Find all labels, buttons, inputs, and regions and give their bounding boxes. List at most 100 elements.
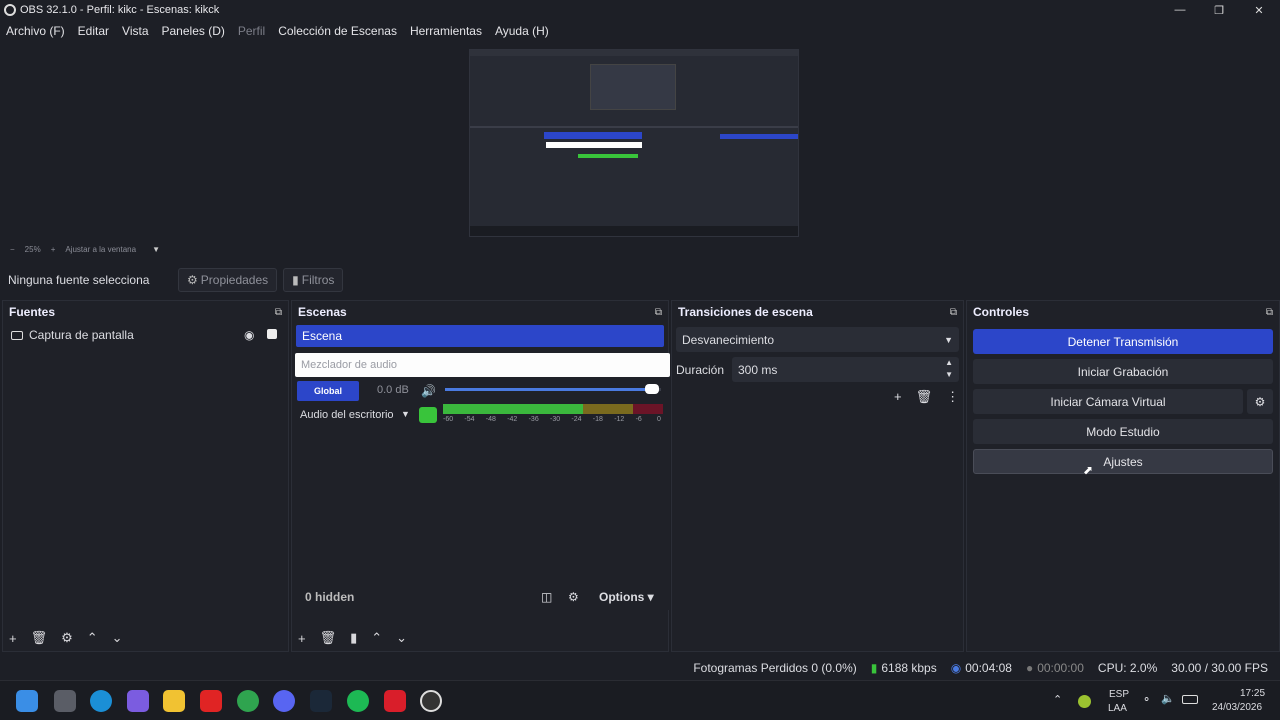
meter-tick-label: -24 [571,416,582,423]
menu-coleccion[interactable]: Colección de Escenas [278,24,397,38]
menu-perfil[interactable]: Perfil [238,24,265,38]
more-icon[interactable]: ⋮ [946,389,959,405]
scenes-title: Escenas [298,305,347,319]
start-recording-button[interactable]: Iniciar Grabación [973,359,1273,384]
chrome-icon[interactable] [237,690,259,712]
wps-icon[interactable] [384,690,406,712]
spin-up-icon[interactable]: ▲ [945,358,953,367]
mixer-header: Mezclador de audio [295,353,670,377]
preview-canvas[interactable] [469,49,799,237]
obs-taskbar-icon[interactable] [420,690,442,712]
menu-archivo[interactable]: Archivo (F) [6,24,65,38]
transition-tools: + 🗑 ⋮ [894,389,959,405]
speaker-icon[interactable]: 🔊 [421,384,436,398]
menu-editar[interactable]: Editar [78,24,109,38]
meter-tick-label: -30 [550,416,561,423]
explorer-icon[interactable] [163,690,185,712]
filter-icon[interactable]: ▮ [350,630,357,646]
clock-date[interactable]: 24/03/2026 [1212,702,1262,713]
wifi-icon[interactable]: ⚬ [1142,693,1151,706]
float-icon[interactable]: ⧉ [950,307,957,318]
restore-button[interactable]: ❐ [1200,0,1238,20]
chevron-down-icon[interactable]: ▼ [401,409,410,419]
virtual-cam-button[interactable]: Iniciar Cámara Virtual [973,389,1243,414]
meter-tick-label: -18 [592,416,603,423]
start-recording-label: Iniciar Grabación [1077,364,1169,379]
options-label: Options [599,590,645,604]
properties-button[interactable]: ⚙ Propiedades [178,268,278,292]
global-db: 0.0 dB [377,384,409,396]
mixer-title: Mezclador de audio [301,359,398,371]
headphone-icon[interactable] [419,407,437,423]
trash-icon[interactable]: 🗑 [916,389,933,405]
add-icon[interactable]: + [9,631,17,646]
float-icon[interactable]: ⧉ [655,307,662,318]
up-icon[interactable]: ⌃ [87,630,98,646]
meter-tick-label: -48 [485,416,496,423]
tray-app-icon[interactable] [1078,695,1091,708]
scene-item-selected[interactable]: Escena [296,325,664,347]
studio-mode-label: Modo Estudio [1086,424,1160,439]
lang-secondary[interactable]: LAA [1108,703,1127,714]
menu-ayuda[interactable]: Ayuda (H) [495,24,549,38]
options-button[interactable]: Options ▾ [599,590,654,604]
eye-icon[interactable]: ◉ [244,328,254,342]
zoom-in-button[interactable]: + [51,245,56,254]
tray-chevron-icon[interactable]: ⌃ [1053,693,1062,706]
float-icon[interactable]: ⧉ [275,307,282,318]
mixer-settings-icon[interactable]: ⚙ [568,590,579,604]
menu-paneles[interactable]: Paneles (D) [162,24,225,38]
add-icon[interactable]: + [298,631,306,646]
lock-icon[interactable] [267,329,277,339]
battery-icon[interactable] [1182,695,1198,704]
global-label: Global [313,386,342,396]
meter-tick-label: -12 [614,416,625,423]
up-icon[interactable]: ⌃ [371,630,382,646]
volume-knob[interactable] [644,384,659,394]
edge-icon[interactable] [90,690,112,712]
layout-icon[interactable]: ◫ [541,590,552,604]
stop-stream-button[interactable]: Detener Transmisión [973,329,1273,354]
taskview-icon[interactable] [54,690,76,712]
start-icon[interactable] [16,690,38,712]
stream-time: 00:04:08 [965,661,1012,675]
volume-icon[interactable]: 🔈 [1161,692,1175,705]
zoom-dropdown-icon[interactable]: ▼ [152,245,160,254]
steam-icon[interactable] [310,690,332,712]
down-icon[interactable]: ⌄ [112,630,123,646]
volume-slider[interactable] [445,384,661,394]
menu-vista[interactable]: Vista [122,24,148,38]
obs-logo-icon [4,4,16,16]
copilot-icon[interactable] [127,690,149,712]
taskbar: ⌃ ESP LAA ⚬ 🔈 17:25 24/03/2026 [0,680,1280,720]
window-title: OBS 32.1.0 - Perfil: kikc - Escenas: kik… [20,4,220,16]
minimize-button[interactable]: — [1161,0,1199,20]
source-item[interactable]: Captura de pantalla ◉ [3,323,288,347]
close-button[interactable]: ✕ [1240,0,1278,20]
title-bar: OBS 32.1.0 - Perfil: kikc - Escenas: kik… [0,0,1280,20]
app-icon[interactable] [200,690,222,712]
filters-button[interactable]: ▮ Filtros [283,268,344,292]
monitor-icon [11,330,23,340]
trash-icon[interactable]: 🗑 [320,630,337,646]
menu-herramientas[interactable]: Herramientas [410,24,482,38]
spotify-icon[interactable] [347,690,369,712]
gear-icon[interactable]: ⚙ [61,630,73,646]
discord-icon[interactable] [273,690,295,712]
add-icon[interactable]: + [894,389,902,405]
down-icon[interactable]: ⌄ [396,630,407,646]
scene-name: Escena [302,329,343,343]
meter-tick-label: -36 [528,416,539,423]
studio-mode-button[interactable]: Modo Estudio [973,419,1273,444]
zoom-fit-label[interactable]: Ajustar a la ventana [65,245,136,254]
duration-input[interactable]: 300 ms ▲ ▼ [732,357,959,382]
clock-time[interactable]: 17:25 [1240,688,1265,699]
zoom-out-button[interactable]: − [10,245,15,254]
trash-icon[interactable]: 🗑 [31,630,48,646]
transition-select[interactable]: Desvanecimiento ▼ [676,327,959,352]
float-icon[interactable]: ⧉ [1266,307,1273,318]
virtual-cam-settings-button[interactable]: ⚙ [1247,389,1273,414]
spin-down-icon[interactable]: ▼ [945,370,953,379]
settings-button[interactable]: Ajustes [973,449,1273,474]
lang-primary[interactable]: ESP [1109,689,1129,700]
